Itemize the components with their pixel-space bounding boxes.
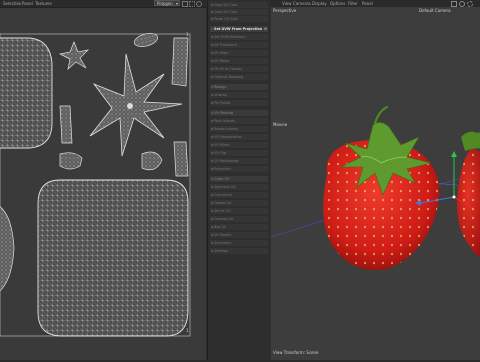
op-item-21[interactable]: Projection — [210, 166, 268, 172]
viewport-status-text: View Transform: Scene — [273, 350, 319, 355]
uv-canvas[interactable]: 1 1 — [0, 8, 206, 360]
op-item-29[interactable]: UV Sheets — [210, 232, 268, 238]
uv-mode-dropdown[interactable]: Polygon ▾ — [154, 0, 180, 6]
chevron-down-icon: ▾ — [175, 1, 178, 6]
grid-icon[interactable] — [189, 1, 195, 7]
vp-menu-options[interactable]: Options — [330, 1, 345, 6]
strawberry-secondary — [457, 131, 480, 257]
uv-toolbar — [180, 1, 204, 7]
op-item-17[interactable]: UV Manipulation — [210, 134, 268, 140]
op-item-28[interactable]: Box UV — [210, 224, 268, 230]
uv-editor-panel: Selection Panel Textures Polygon ▾ 1 1 — [0, 0, 206, 360]
viewport-panel: View Cameras Display Options Filter Pane… — [271, 0, 480, 360]
op-item-20[interactable]: UV Retopology — [210, 158, 268, 164]
uv-corner-top-right: 1 — [186, 32, 189, 37]
op-item-13[interactable]: Pin Points — [210, 100, 268, 106]
op-item-7[interactable]: UV Align — [210, 50, 268, 56]
uv-island-calyx-large — [89, 53, 183, 157]
vp-menu-cameras[interactable]: Cameras — [293, 1, 311, 6]
strawberry-main — [323, 105, 440, 271]
uv-island-edge — [0, 206, 15, 292]
uv-island-body-bottom — [37, 179, 189, 337]
op-item-26[interactable]: Shrink UV — [210, 208, 268, 214]
op-item-31[interactable]: Settings — [210, 248, 268, 254]
viewport-menubar: View Cameras Display Options Filter Pane… — [271, 0, 480, 7]
gear-icon[interactable]: ⚙ — [264, 26, 267, 32]
uv-mode-label: Polygon — [157, 1, 173, 6]
op-item-12[interactable]: Unwrap — [210, 92, 268, 98]
op-item-14[interactable]: UV Packing — [210, 110, 268, 116]
uv-island-strip — [171, 37, 189, 87]
op-item-27[interactable]: Camera UV — [210, 216, 268, 222]
op-item-5[interactable]: Set UVW Selection — [210, 34, 268, 40]
viewport-scene-svg — [271, 105, 480, 271]
op-item-2[interactable]: Copy UV Coor — [210, 9, 268, 15]
viewport-nav-icons[interactable] — [451, 1, 477, 7]
viewport-canvas[interactable]: Perspective Default Camera Move ⊕ View T… — [271, 7, 480, 360]
uv-corner-bottom-right: 1 — [186, 328, 189, 333]
op-active-label: Set UVW From Projection — [214, 27, 263, 31]
uv-island-small-strip — [173, 141, 189, 177]
vp-menu-display[interactable]: Display — [312, 1, 327, 6]
op-item-30[interactable]: Symmetry — [210, 240, 268, 246]
vp-menu-view[interactable]: View — [282, 1, 292, 6]
uv-island-calyx-small — [58, 41, 90, 70]
op-item-24[interactable]: Cylindrical — [210, 192, 268, 198]
snap-icon[interactable] — [182, 1, 188, 7]
vp-menu-panel[interactable]: Panel — [362, 1, 373, 6]
op-item-1[interactable]: Copy UV Coor — [210, 2, 268, 8]
op-item-23[interactable]: Spherical UV — [210, 184, 268, 190]
op-item-6[interactable]: UV Transform — [210, 42, 268, 48]
op-item-25[interactable]: Frontal UV — [210, 200, 268, 206]
uv-islands-svg — [0, 33, 191, 337]
settings-icon[interactable] — [196, 1, 202, 7]
op-item-9[interactable]: Fit UV to Canvas — [210, 66, 268, 72]
op-item-3[interactable]: Paste UV Coor — [210, 16, 268, 22]
vp-menu-filter[interactable]: Filter — [348, 1, 358, 6]
op-item-11[interactable]: Realign — [210, 84, 268, 90]
op-item-16[interactable]: Rotate Islands — [210, 126, 268, 132]
op-item-18[interactable]: UV Mirror — [210, 142, 268, 148]
op-item-10[interactable]: Optimal Mapping — [210, 74, 268, 80]
op-item-15[interactable]: Pack Islands — [210, 118, 268, 124]
uv-menu-panel[interactable]: Panel — [22, 1, 33, 6]
uv-menu-textures[interactable]: Textures — [35, 1, 52, 6]
uv-island-stem — [59, 105, 73, 144]
uv-menu-selection[interactable]: Selection — [3, 1, 21, 6]
uv-island-sepal — [59, 152, 83, 170]
op-item-19[interactable]: UV Flip — [210, 150, 268, 156]
uv-island-body-top — [0, 37, 53, 149]
op-set-uvw-from-projection[interactable]: Set UVW From Projection ⚙ — [210, 26, 268, 32]
uv-operations-panel: Copy UV Coor Copy UV Coor Paste UV Coor … — [207, 0, 272, 360]
op-item-22[interactable]: Cubic UV — [210, 176, 268, 182]
uv-island-leaf-tip — [141, 151, 163, 171]
uv-menubar: Selection Panel Textures Polygon ▾ — [0, 0, 206, 8]
op-item-8[interactable]: UV Relax — [210, 58, 268, 64]
